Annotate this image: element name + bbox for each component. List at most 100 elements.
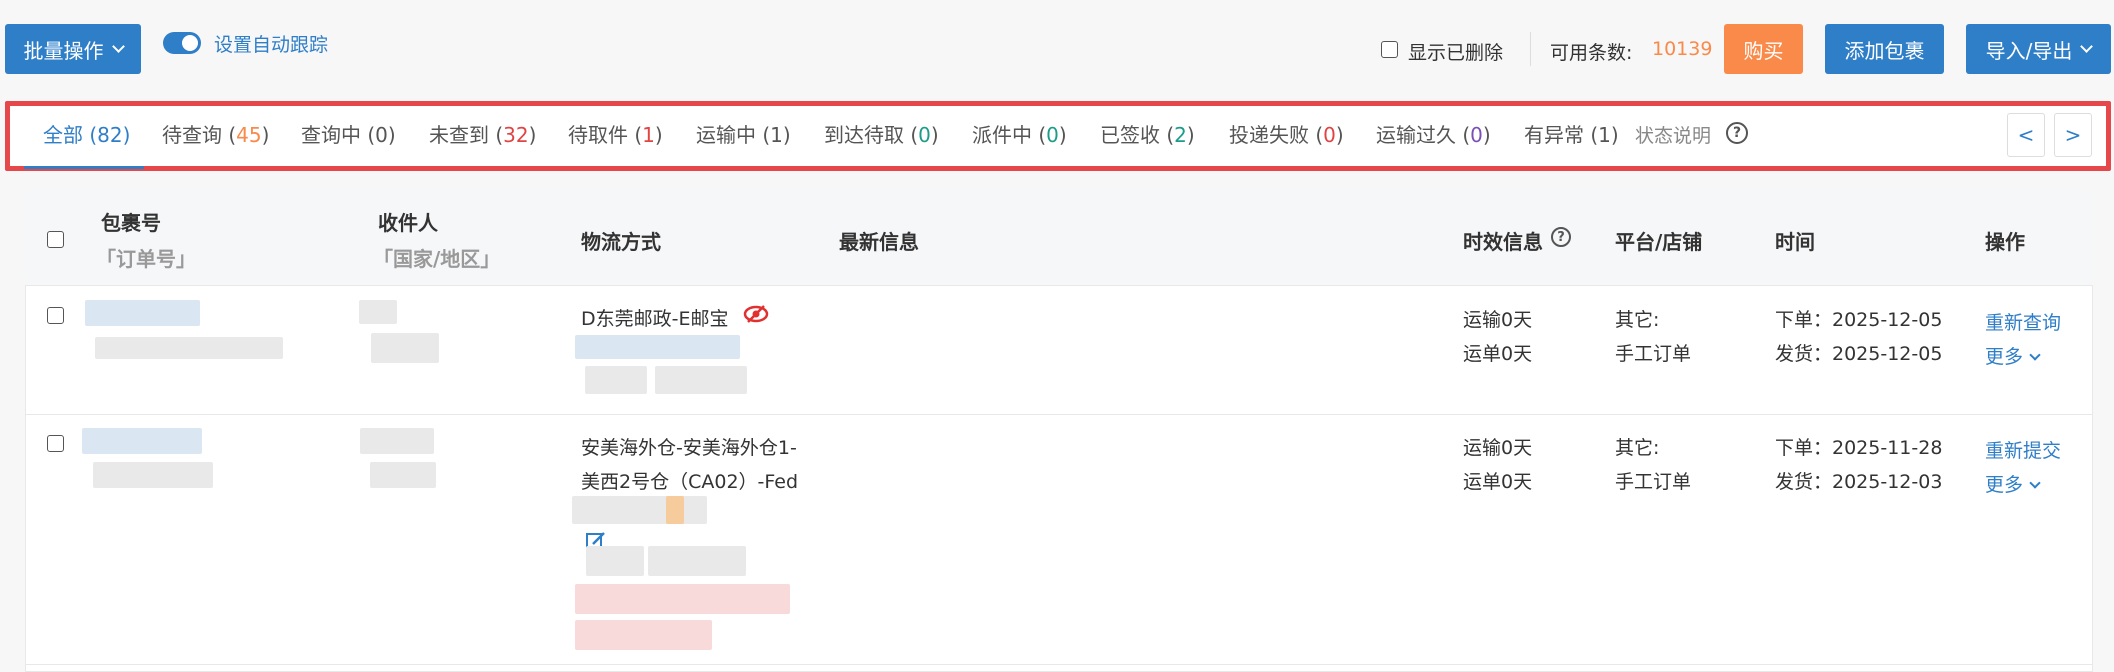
active-tab-underline — [24, 166, 144, 169]
tab-label: 未查到 — [429, 123, 489, 147]
chevron-down-icon — [2029, 476, 2041, 489]
logistics-method-line2: 美西2号仓（CA02）-Fed — [581, 471, 799, 493]
header-timeliness: 时效信息 — [1463, 230, 1543, 254]
epost-eye-icon — [743, 303, 769, 329]
row-divider — [25, 414, 2093, 415]
tab-in-transit[interactable]: 运输中 (1) — [696, 119, 791, 148]
tab-count: 0 — [1046, 123, 1059, 147]
waybill-days: 运单0天 — [1463, 343, 1533, 365]
import-export-label: 导入/导出 — [1985, 38, 2073, 63]
transit-days: 运输0天 — [1463, 437, 1533, 459]
platform-name: 其它: — [1615, 437, 1660, 459]
header-recipient[interactable]: 收件人 — [378, 207, 438, 236]
tabs-prev-button[interactable]: < — [2007, 113, 2045, 157]
tag-redacted — [586, 546, 644, 576]
tab-arrived-awaiting[interactable]: 到达待取 (0) — [824, 119, 939, 148]
store-name: 手工订单 — [1615, 343, 1692, 365]
status-help-label[interactable]: 状态说明 — [1635, 121, 1711, 148]
tab-count: 0 — [1470, 123, 1483, 147]
tab-count: 0 — [918, 123, 931, 147]
tab-count: 82 — [97, 123, 123, 147]
tab-not-found[interactable]: 未查到 (32) — [429, 119, 536, 148]
platform-name: 其它: — [1615, 309, 1660, 331]
toggle-knob — [182, 35, 198, 51]
tabs-next-button[interactable]: > — [2054, 113, 2092, 157]
help-icon[interactable]: ? — [1726, 122, 1748, 144]
batch-operations-button[interactable]: 批量操作 — [5, 24, 141, 74]
tab-count: 2 — [1174, 123, 1187, 147]
more-label: 更多 — [1985, 346, 2024, 368]
tab-delivery-failed[interactable]: 投递失败 (0) — [1229, 119, 1344, 148]
tab-count: 1 — [1598, 123, 1611, 147]
row-divider — [25, 664, 2093, 665]
tracking-no-redacted[interactable] — [572, 496, 707, 524]
requery-link[interactable]: 重新查询 — [1985, 308, 2061, 335]
tab-label: 到达待取 — [824, 123, 904, 147]
tab-transit-too-long[interactable]: 运输过久 (0) — [1376, 119, 1491, 148]
tab-count: 1 — [770, 123, 783, 147]
tab-count: 0 — [375, 123, 388, 147]
tab-label: 投递失败 — [1229, 123, 1309, 147]
tab-all[interactable]: 全部 (82) — [43, 119, 130, 148]
package-no-redacted[interactable] — [85, 300, 200, 326]
tab-count: 0 — [1323, 123, 1336, 147]
add-package-button[interactable]: 添加包裹 — [1825, 24, 1944, 74]
chevron-down-icon — [2029, 348, 2041, 361]
tab-pending-query[interactable]: 待查询 (45) — [162, 119, 269, 148]
recipient-redacted — [360, 428, 434, 454]
logistics-method-line1: 安美海外仓-安美海外仓1- — [581, 437, 797, 459]
row-checkbox[interactable] — [47, 307, 64, 324]
chevron-down-icon — [2080, 39, 2094, 53]
auto-track-label[interactable]: 设置自动跟踪 — [214, 30, 328, 57]
show-deleted-checkbox[interactable] — [1381, 41, 1398, 58]
timeliness-help-icon[interactable]: ? — [1551, 227, 1571, 247]
transit-days: 运输0天 — [1463, 309, 1533, 331]
header-package-no[interactable]: 包裹号 — [101, 207, 161, 236]
recipient-redacted — [359, 300, 397, 324]
tab-out-for-delivery[interactable]: 派件中 (0) — [972, 119, 1067, 148]
chevron-down-icon — [111, 39, 125, 53]
header-action: 操作 — [1985, 230, 2025, 254]
resubmit-link[interactable]: 重新提交 — [1985, 436, 2061, 463]
header-logistics: 物流方式 — [581, 230, 661, 254]
toolbar-divider — [1530, 32, 1531, 66]
available-count-value: 10139 — [1652, 38, 1713, 60]
batch-operations-label: 批量操作 — [23, 38, 104, 63]
error-message-redacted — [575, 584, 790, 614]
tab-label: 有异常 — [1524, 123, 1584, 147]
tab-label: 已签收 — [1100, 123, 1160, 147]
tag-redacted — [648, 546, 746, 576]
show-deleted-label[interactable]: 显示已删除 — [1408, 38, 1503, 65]
store-name: 手工订单 — [1615, 471, 1692, 493]
header-time[interactable]: 时间 — [1775, 226, 1815, 255]
order-no-redacted — [95, 337, 283, 359]
buy-button[interactable]: 购买 — [1724, 24, 1803, 74]
country-redacted — [370, 462, 436, 488]
tab-label: 全部 — [43, 123, 83, 147]
tab-count: 45 — [236, 123, 262, 147]
tab-pending-pickup[interactable]: 待取件 (1) — [568, 119, 663, 148]
tab-count: 1 — [642, 123, 655, 147]
import-export-button[interactable]: 导入/导出 — [1966, 24, 2111, 74]
tab-label: 查询中 — [301, 123, 361, 147]
tab-delivered[interactable]: 已签收 (2) — [1100, 119, 1195, 148]
more-menu[interactable]: 更多 — [1985, 342, 2041, 369]
order-no-redacted — [93, 462, 213, 488]
package-no-redacted[interactable] — [82, 428, 202, 454]
header-country: 「国家/地区」 — [373, 247, 501, 271]
toolbar: 批量操作 设置自动跟踪 显示已删除 可用条数: 10139 购买 添加包裹 导入… — [0, 0, 2114, 100]
waybill-days: 运单0天 — [1463, 471, 1533, 493]
tab-label: 运输中 — [696, 123, 756, 147]
tracking-no-redacted[interactable] — [575, 335, 740, 359]
row-checkbox[interactable] — [47, 435, 64, 452]
tab-querying[interactable]: 查询中 (0) — [301, 119, 396, 148]
add-package-label: 添加包裹 — [1844, 38, 1925, 63]
tab-count: 32 — [503, 123, 529, 147]
more-menu[interactable]: 更多 — [1985, 470, 2041, 497]
header-order-no: 「订单号」 — [96, 247, 196, 271]
available-count-label: 可用条数: — [1550, 42, 1633, 64]
select-all-checkbox[interactable] — [47, 231, 64, 248]
country-redacted — [371, 333, 439, 363]
auto-track-toggle[interactable] — [163, 32, 201, 54]
tab-exception[interactable]: 有异常 (1) — [1524, 119, 1619, 148]
